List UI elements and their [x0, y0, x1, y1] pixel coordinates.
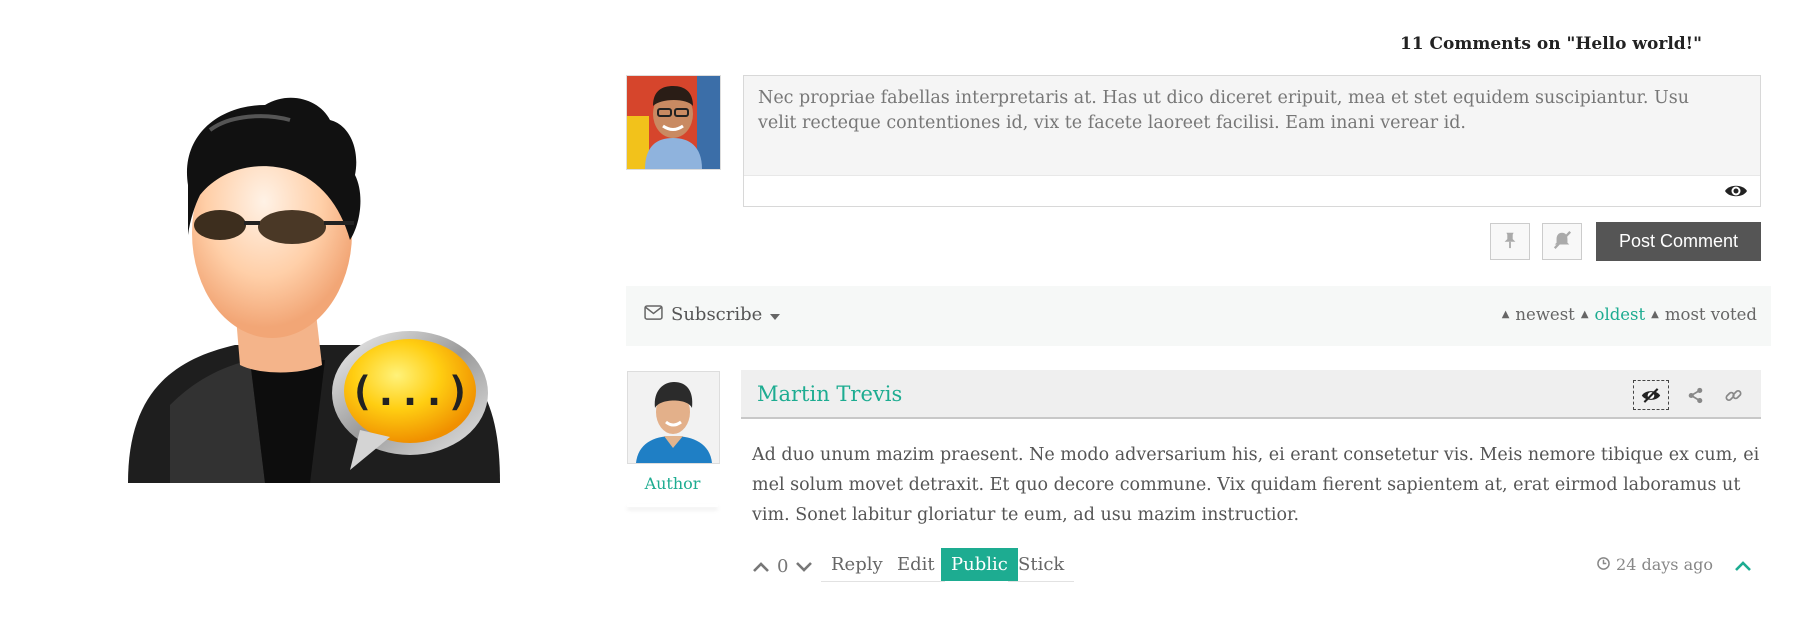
- close-thread-toggle-button[interactable]: [1542, 223, 1582, 260]
- current-user-avatar: [626, 75, 721, 170]
- comment-footer: 0 Reply Edit Public Stick 24 days ago: [741, 548, 1761, 588]
- comment-toolbar: Subscribe ▲ newest ▲ oldest ▲ most voted: [626, 286, 1771, 346]
- subscribe-dropdown[interactable]: Subscribe: [644, 304, 781, 325]
- comment-section: 11 Comments on "Hello world!" Nec propri…: [620, 0, 1771, 618]
- comment-body: Ad duo unum mazim praesent. Ne modo adve…: [752, 445, 1760, 525]
- comments-count-header: 11 Comments on "Hello world!": [1399, 34, 1702, 54]
- sort-oldest-arrow-icon: ▲: [1580, 309, 1589, 320]
- svg-text:(...): (...): [350, 369, 470, 415]
- hide-eye-icon[interactable]: [1633, 380, 1669, 410]
- vote-controls: 0: [753, 556, 813, 577]
- comment-editor[interactable]: Nec propriae fabellas interpretaris at. …: [743, 75, 1761, 207]
- mute-icon: [1552, 230, 1572, 254]
- sort-most-voted-link[interactable]: most voted: [1665, 305, 1757, 324]
- share-icon[interactable]: [1683, 383, 1707, 407]
- chevron-up-icon[interactable]: [1735, 556, 1751, 575]
- comment-time: 24 days ago: [1597, 555, 1713, 574]
- subscribe-label: Subscribe: [671, 304, 763, 325]
- comment-textarea[interactable]: Nec propriae fabellas interpretaris at. …: [758, 86, 1720, 136]
- vote-up-icon[interactable]: [753, 556, 769, 577]
- edit-button[interactable]: Edit: [887, 548, 945, 582]
- post-comment-button[interactable]: Post Comment: [1596, 222, 1761, 261]
- user-chat-avatar-icon: (...): [60, 75, 580, 575]
- comment-header: Martin Trevis: [741, 370, 1761, 419]
- comment-author-avatar[interactable]: [627, 371, 720, 464]
- comment-author-name[interactable]: Martin Trevis: [757, 382, 902, 406]
- eye-icon[interactable]: [1724, 181, 1748, 201]
- caret-down-icon: [770, 304, 781, 325]
- stick-toggle-button[interactable]: [1490, 223, 1530, 260]
- vote-count: 0: [777, 556, 789, 577]
- reply-button[interactable]: Reply: [821, 548, 893, 582]
- sort-most-voted-arrow-icon: ▲: [1651, 309, 1659, 320]
- public-button[interactable]: Public: [941, 548, 1018, 581]
- sort-newest-arrow-icon: ▲: [1501, 309, 1510, 320]
- sort-newest-link[interactable]: newest: [1515, 305, 1574, 324]
- comment-author-role: Author: [644, 474, 701, 493]
- editor-toolbar: [744, 175, 1760, 206]
- sort-options: ▲ newest ▲ oldest ▲ most voted: [1502, 305, 1757, 324]
- role-divider: [627, 504, 718, 507]
- vote-down-icon[interactable]: [796, 556, 813, 577]
- comment-time-text: 24 days ago: [1616, 555, 1713, 574]
- stick-button[interactable]: Stick: [1008, 548, 1075, 582]
- comment-tools: [1633, 380, 1745, 410]
- clock-icon: [1597, 555, 1610, 574]
- pin-icon: [1501, 231, 1519, 253]
- sort-oldest-link[interactable]: oldest: [1595, 305, 1646, 324]
- link-icon[interactable]: [1721, 383, 1745, 407]
- envelope-icon: [644, 304, 663, 325]
